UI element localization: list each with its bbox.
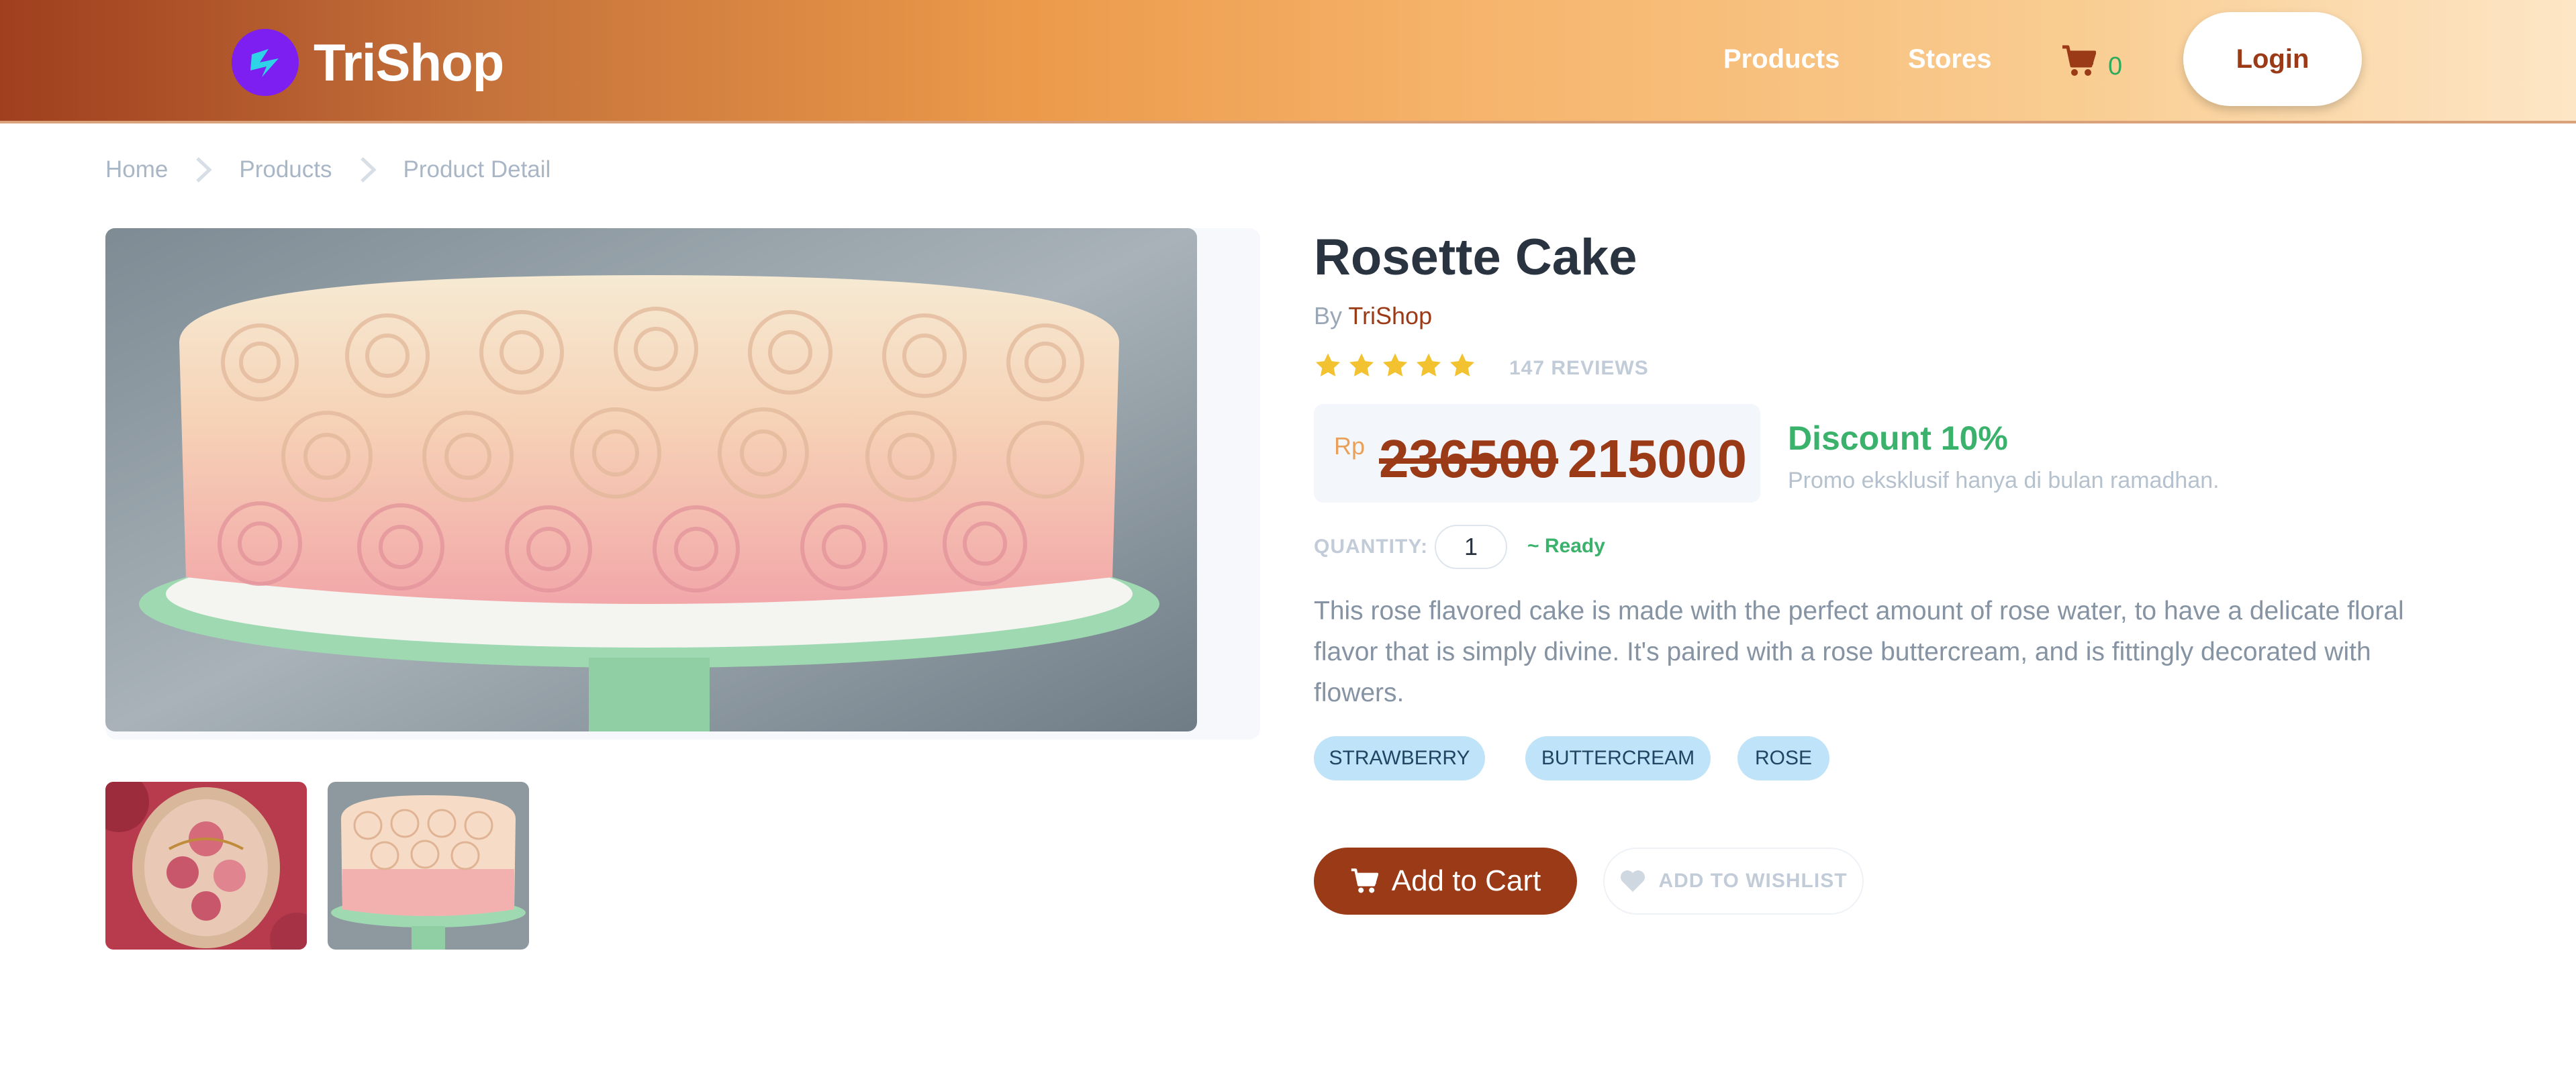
reviews-count[interactable]: 147 REVIEWS <box>1509 357 1649 380</box>
product-title: Rosette Cake <box>1314 229 1637 286</box>
top-navbar: TriShop Products Stores 0 Login <box>0 0 2576 123</box>
breadcrumb: Home Products Product Detail <box>105 156 551 183</box>
product-thumbnail-2[interactable] <box>328 782 529 950</box>
add-to-cart-label: Add to Cart <box>1391 864 1541 897</box>
star-icon <box>1382 353 1408 376</box>
quantity-input[interactable] <box>1435 525 1507 569</box>
rating-stars <box>1314 352 1482 380</box>
nav-stores-link[interactable]: Stores <box>1908 44 1992 74</box>
tag-rose[interactable]: ROSE <box>1737 736 1829 780</box>
price-currency: Rp <box>1334 432 1366 460</box>
original-price: 236500 <box>1379 429 1558 489</box>
shopping-cart-icon <box>2062 45 2096 76</box>
brand-logo[interactable]: TriShop <box>232 29 504 96</box>
chevron-right-icon <box>360 157 377 183</box>
product-image-panel <box>105 228 1260 740</box>
nav-products-link[interactable]: Products <box>1723 44 1840 74</box>
star-icon <box>1449 353 1475 376</box>
product-byline: By TriShop <box>1314 302 1432 330</box>
star-icon <box>1315 353 1341 376</box>
star-icon <box>1349 353 1374 376</box>
shopping-cart-icon <box>1351 868 1378 893</box>
breadcrumb-products[interactable]: Products <box>239 156 332 183</box>
cart-count-badge: 0 <box>2108 52 2123 81</box>
quantity-label: QUANTITY: <box>1314 536 1429 558</box>
login-button[interactable]: Login <box>2183 12 2362 106</box>
product-description: This rose flavored cake is made with the… <box>1314 597 2404 707</box>
price-box: Rp 236500 215000 <box>1314 404 1760 503</box>
product-thumbnail-1[interactable] <box>105 782 307 950</box>
add-to-wishlist-button[interactable]: ADD TO WISHLIST <box>1603 848 1864 915</box>
store-link[interactable]: TriShop <box>1348 302 1432 329</box>
breadcrumb-current: Product Detail <box>403 156 551 183</box>
heart-icon <box>1621 870 1645 892</box>
brand-name: TriShop <box>314 32 504 92</box>
stock-status: ~ Ready <box>1527 535 1605 557</box>
product-main-image[interactable] <box>105 228 1197 731</box>
star-icon <box>1416 353 1441 376</box>
discount-note: Promo eksklusif hanya di bulan ramadhan. <box>1788 468 2220 493</box>
add-to-cart-button[interactable]: Add to Cart <box>1314 848 1577 915</box>
chevron-right-icon <box>196 157 213 183</box>
tag-buttercream[interactable]: BUTTERCREAM <box>1525 736 1711 780</box>
tag-strawberry[interactable]: STRAWBERRY <box>1314 736 1485 780</box>
discount-label: Discount 10% <box>1788 419 2008 457</box>
discounted-price: 215000 <box>1568 429 1747 489</box>
breadcrumb-home[interactable]: Home <box>105 156 168 183</box>
cart-button[interactable]: 0 <box>2061 40 2122 81</box>
trishop-logo-icon <box>232 29 299 96</box>
byline-prefix: By <box>1314 302 1343 329</box>
wishlist-label: ADD TO WISHLIST <box>1658 870 1848 892</box>
